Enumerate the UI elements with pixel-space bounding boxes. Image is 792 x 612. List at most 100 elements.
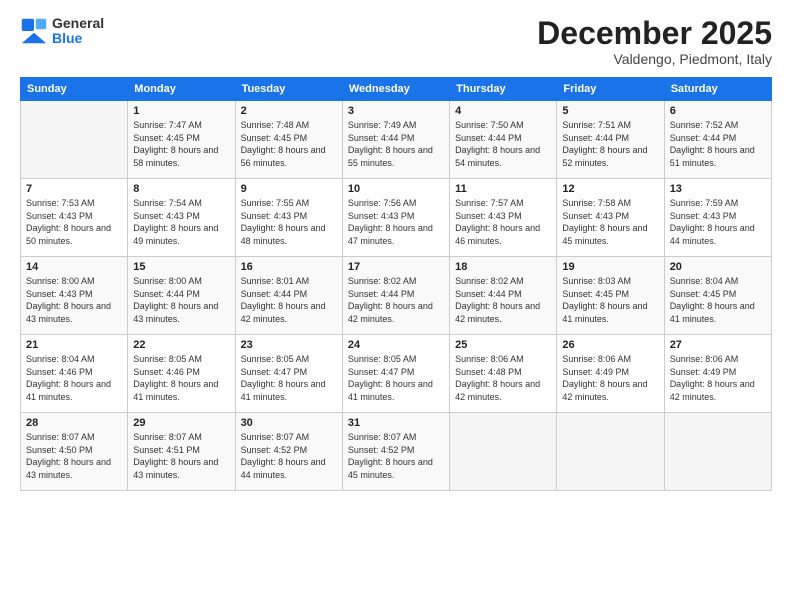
calendar-cell: 3 Sunrise: 7:49 AMSunset: 4:44 PMDaylight… xyxy=(342,101,449,179)
calendar-cell: 1Sunrise: 7:47 AMSunset: 4:45 PMDaylight… xyxy=(128,101,235,179)
calendar-cell: 23 Sunrise: 8:05 AMSunset: 4:47 PMDayligh… xyxy=(235,335,342,413)
calendar-cell: 15 Sunrise: 8:00 AMSunset: 4:44 PMDayligh… xyxy=(128,257,235,335)
day-info: Sunrise: 8:06 AMSunset: 4:48 PMDaylight:… xyxy=(455,353,551,403)
day-number: 28 xyxy=(26,417,122,429)
calendar-cell: 12Sunrise: 7:58 AMSunset: 4:43 PMDayligh… xyxy=(557,179,664,257)
calendar-cell xyxy=(450,413,557,491)
calendar-cell: 7 Sunrise: 7:53 AMSunset: 4:43 PMDaylight… xyxy=(21,179,128,257)
calendar-cell: 31 Sunrise: 8:07 AMSunset: 4:52 PMDayligh… xyxy=(342,413,449,491)
day-number: 20 xyxy=(670,261,766,273)
calendar-cell: 14Sunrise: 8:00 AMSunset: 4:43 PMDayligh… xyxy=(21,257,128,335)
col-saturday: Saturday xyxy=(664,78,771,101)
day-number: 19 xyxy=(562,261,658,273)
day-number: 24 xyxy=(348,339,444,351)
day-info: Sunrise: 8:06 AMSunset: 4:49 PMDaylight:… xyxy=(562,353,658,403)
location: Valdengo, Piedmont, Italy xyxy=(537,51,772,67)
day-info: Sunrise: 7:50 AMSunset: 4:44 PMDaylight:… xyxy=(455,119,551,169)
day-number: 29 xyxy=(133,417,229,429)
day-info: Sunrise: 8:05 AMSunset: 4:47 PMDaylight:… xyxy=(348,353,444,403)
day-info: Sunrise: 8:07 AMSunset: 4:52 PMDaylight:… xyxy=(241,431,337,481)
calendar-week-row: 7 Sunrise: 7:53 AMSunset: 4:43 PMDaylight… xyxy=(21,179,772,257)
day-number: 30 xyxy=(241,417,337,429)
month-title: December 2025 xyxy=(537,16,772,51)
day-info: Sunrise: 8:06 AMSunset: 4:49 PMDaylight:… xyxy=(670,353,766,403)
day-info: Sunrise: 8:07 AMSunset: 4:51 PMDaylight:… xyxy=(133,431,229,481)
day-number: 17 xyxy=(348,261,444,273)
logo-blue: Blue xyxy=(52,30,82,46)
day-number: 2 xyxy=(241,105,337,117)
day-number: 16 xyxy=(241,261,337,273)
calendar-cell: 30 Sunrise: 8:07 AMSunset: 4:52 PMDayligh… xyxy=(235,413,342,491)
col-wednesday: Wednesday xyxy=(342,78,449,101)
day-number: 25 xyxy=(455,339,551,351)
day-number: 23 xyxy=(241,339,337,351)
calendar-cell: 19Sunrise: 8:03 AMSunset: 4:45 PMDayligh… xyxy=(557,257,664,335)
day-info: Sunrise: 8:07 AMSunset: 4:52 PMDaylight:… xyxy=(348,431,444,481)
calendar-cell: 20Sunrise: 8:04 AMSunset: 4:45 PMDayligh… xyxy=(664,257,771,335)
day-number: 26 xyxy=(562,339,658,351)
day-info: Sunrise: 7:51 AMSunset: 4:44 PMDaylight:… xyxy=(562,119,658,169)
calendar-cell xyxy=(557,413,664,491)
calendar-cell: 28 Sunrise: 8:07 AMSunset: 4:50 PMDayligh… xyxy=(21,413,128,491)
day-info: Sunrise: 8:05 AMSunset: 4:47 PMDaylight:… xyxy=(241,353,337,403)
day-info: Sunrise: 7:47 AMSunset: 4:45 PMDaylight:… xyxy=(133,119,229,169)
day-number: 22 xyxy=(133,339,229,351)
day-info: Sunrise: 8:07 AMSunset: 4:50 PMDaylight:… xyxy=(26,431,122,481)
calendar-week-row: 1Sunrise: 7:47 AMSunset: 4:45 PMDaylight… xyxy=(21,101,772,179)
calendar-week-row: 21 Sunrise: 8:04 AMSunset: 4:46 PMDayligh… xyxy=(21,335,772,413)
day-number: 7 xyxy=(26,183,122,195)
calendar-cell: 16 Sunrise: 8:01 AMSunset: 4:44 PMDayligh… xyxy=(235,257,342,335)
day-number: 6 xyxy=(670,105,766,117)
col-thursday: Thursday xyxy=(450,78,557,101)
day-number: 15 xyxy=(133,261,229,273)
calendar-cell: 8Sunrise: 7:54 AMSunset: 4:43 PMDaylight… xyxy=(128,179,235,257)
calendar-cell: 17 Sunrise: 8:02 AMSunset: 4:44 PMDayligh… xyxy=(342,257,449,335)
day-number: 12 xyxy=(562,183,658,195)
day-info: Sunrise: 7:53 AMSunset: 4:43 PMDaylight:… xyxy=(26,197,122,247)
title-block: December 2025 Valdengo, Piedmont, Italy xyxy=(537,16,772,67)
calendar-week-row: 28 Sunrise: 8:07 AMSunset: 4:50 PMDayligh… xyxy=(21,413,772,491)
day-number: 21 xyxy=(26,339,122,351)
calendar-cell: 5Sunrise: 7:51 AMSunset: 4:44 PMDaylight… xyxy=(557,101,664,179)
day-number: 27 xyxy=(670,339,766,351)
calendar-cell xyxy=(664,413,771,491)
day-info: Sunrise: 7:54 AMSunset: 4:43 PMDaylight:… xyxy=(133,197,229,247)
day-info: Sunrise: 7:48 AMSunset: 4:45 PMDaylight:… xyxy=(241,119,337,169)
col-sunday: Sunday xyxy=(21,78,128,101)
day-number: 31 xyxy=(348,417,444,429)
day-info: Sunrise: 8:05 AMSunset: 4:46 PMDaylight:… xyxy=(133,353,229,403)
calendar-cell: 13 Sunrise: 7:59 AMSunset: 4:43 PMDayligh… xyxy=(664,179,771,257)
day-number: 13 xyxy=(670,183,766,195)
calendar-header-row: Sunday Monday Tuesday Wednesday Thursday… xyxy=(21,78,772,101)
day-number: 3 xyxy=(348,105,444,117)
day-number: 14 xyxy=(26,261,122,273)
calendar-cell: 22 Sunrise: 8:05 AMSunset: 4:46 PMDayligh… xyxy=(128,335,235,413)
calendar-cell: 29 Sunrise: 8:07 AMSunset: 4:51 PMDayligh… xyxy=(128,413,235,491)
col-friday: Friday xyxy=(557,78,664,101)
logo-icon xyxy=(20,17,48,45)
calendar-cell: 25 Sunrise: 8:06 AMSunset: 4:48 PMDayligh… xyxy=(450,335,557,413)
day-info: Sunrise: 7:59 AMSunset: 4:43 PMDaylight:… xyxy=(670,197,766,247)
logo: General Blue xyxy=(20,16,104,47)
day-info: Sunrise: 8:02 AMSunset: 4:44 PMDaylight:… xyxy=(348,275,444,325)
logo-general: General xyxy=(52,15,104,31)
day-info: Sunrise: 8:02 AMSunset: 4:44 PMDaylight:… xyxy=(455,275,551,325)
day-info: Sunrise: 8:04 AMSunset: 4:46 PMDaylight:… xyxy=(26,353,122,403)
day-number: 10 xyxy=(348,183,444,195)
day-info: Sunrise: 8:01 AMSunset: 4:44 PMDaylight:… xyxy=(241,275,337,325)
col-tuesday: Tuesday xyxy=(235,78,342,101)
calendar-cell: 11Sunrise: 7:57 AMSunset: 4:43 PMDayligh… xyxy=(450,179,557,257)
day-info: Sunrise: 7:52 AMSunset: 4:44 PMDaylight:… xyxy=(670,119,766,169)
page: General Blue December 2025 Valdengo, Pie… xyxy=(0,0,792,612)
calendar-cell: 21 Sunrise: 8:04 AMSunset: 4:46 PMDayligh… xyxy=(21,335,128,413)
col-monday: Monday xyxy=(128,78,235,101)
day-number: 18 xyxy=(455,261,551,273)
calendar-cell xyxy=(21,101,128,179)
calendar-cell: 10Sunrise: 7:56 AMSunset: 4:43 PMDayligh… xyxy=(342,179,449,257)
day-number: 4 xyxy=(455,105,551,117)
day-info: Sunrise: 7:55 AMSunset: 4:43 PMDaylight:… xyxy=(241,197,337,247)
calendar-cell: 18 Sunrise: 8:02 AMSunset: 4:44 PMDayligh… xyxy=(450,257,557,335)
day-info: Sunrise: 7:49 AMSunset: 4:44 PMDaylight:… xyxy=(348,119,444,169)
day-info: Sunrise: 8:00 AMSunset: 4:44 PMDaylight:… xyxy=(133,275,229,325)
calendar-cell: 4 Sunrise: 7:50 AMSunset: 4:44 PMDaylight… xyxy=(450,101,557,179)
